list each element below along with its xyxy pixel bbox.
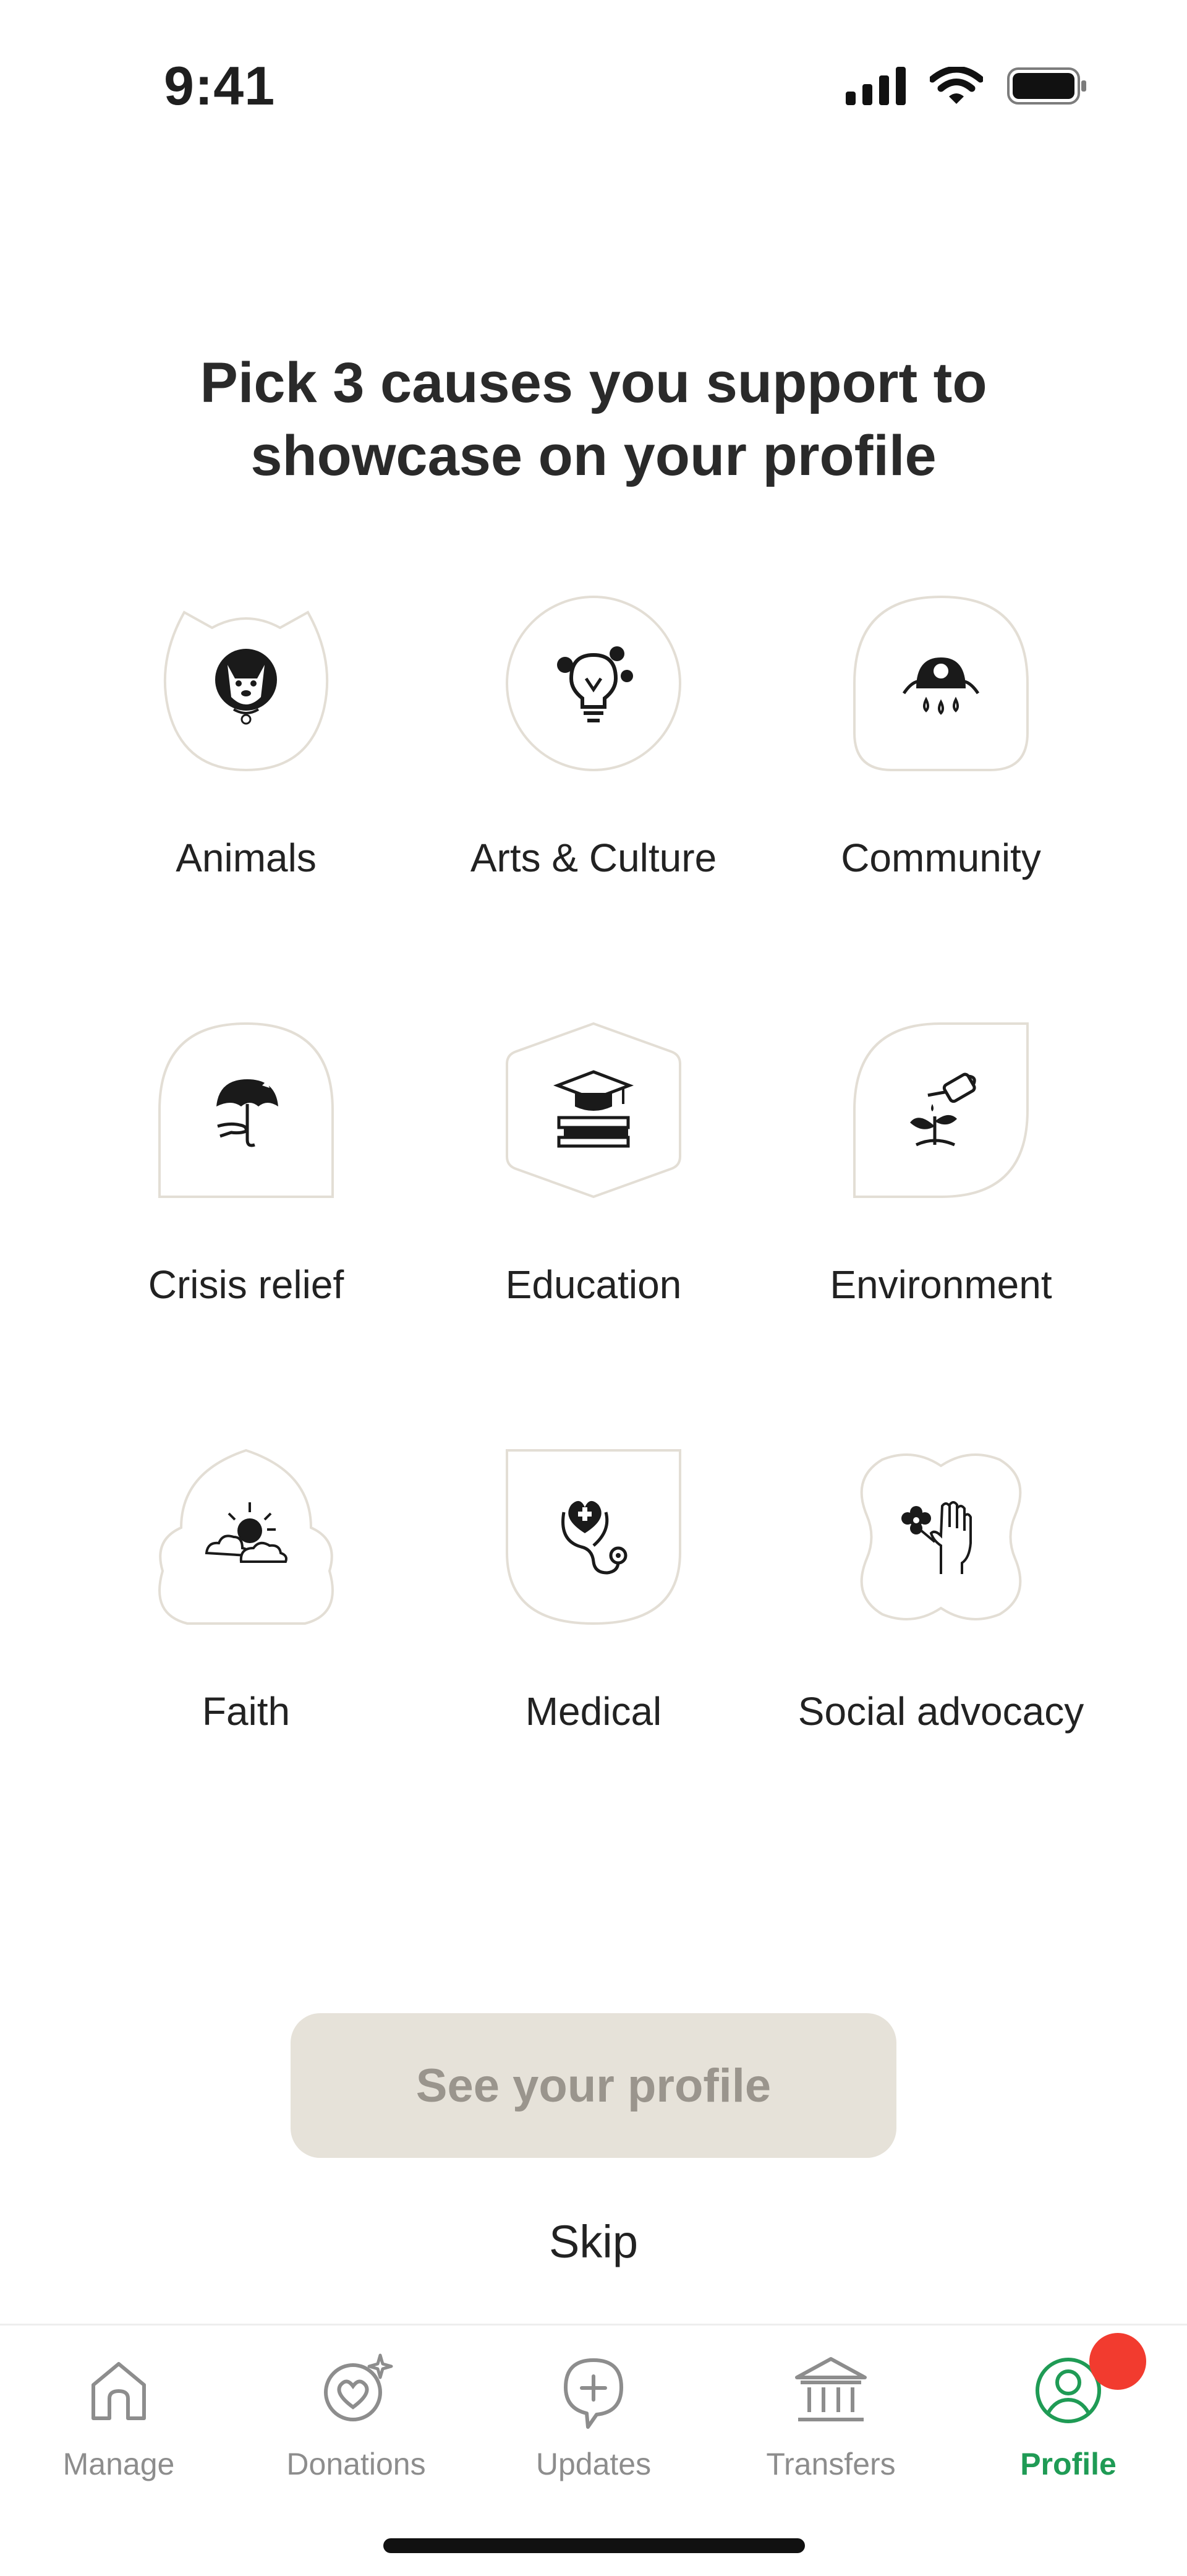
cause-community[interactable]: Community — [768, 594, 1114, 881]
skip-button[interactable]: Skip — [0, 2215, 1187, 2268]
page-title-line-1: Pick 3 causes you support to — [200, 351, 987, 414]
page-title: Pick 3 causes you support to showcase on… — [0, 346, 1187, 492]
wifi-icon — [930, 67, 983, 104]
cause-faith[interactable]: Faith — [73, 1447, 419, 1734]
status-icons — [846, 67, 1088, 105]
cause-label: Education — [505, 1262, 682, 1307]
sun-clouds-icon — [205, 1502, 287, 1563]
tab-donations[interactable]: Donations — [237, 2350, 475, 2482]
lightbulb-icon — [557, 646, 633, 722]
notification-badge — [1089, 2333, 1146, 2390]
cause-animals[interactable]: Animals — [73, 594, 419, 881]
cause-education[interactable]: Education — [420, 1021, 767, 1307]
see-your-profile-button[interactable]: See your profile — [291, 2013, 896, 2158]
dog-icon — [215, 649, 277, 725]
cellular-signal-icon — [846, 67, 906, 105]
tab-label: Manage — [62, 2447, 175, 2481]
hand-flower-icon — [901, 1501, 972, 1574]
tab-label: Donations — [286, 2447, 426, 2481]
tab-profile[interactable]: Profile — [950, 2350, 1187, 2482]
cause-label: Medical — [525, 1689, 662, 1734]
tab-label: Profile — [1020, 2447, 1117, 2481]
home-indicator — [383, 2538, 805, 2553]
umbrella-hand-icon — [216, 1079, 278, 1147]
cause-label: Environment — [830, 1262, 1052, 1307]
home-icon — [91, 2362, 146, 2420]
status-time: 9:41 — [164, 55, 276, 116]
umbrella-raindrops-icon — [902, 657, 980, 715]
page-title-line-2: showcase on your profile — [250, 424, 937, 487]
cause-label: Community — [841, 836, 1041, 880]
cause-social-advocacy[interactable]: Social advocacy — [768, 1447, 1114, 1734]
cause-medical[interactable]: Medical — [420, 1447, 767, 1734]
stethoscope-heart-icon — [561, 1500, 628, 1575]
cause-label: Crisis relief — [148, 1262, 344, 1307]
tab-label: Updates — [535, 2447, 652, 2481]
watering-can-plant-icon — [910, 1072, 976, 1147]
bank-icon — [795, 2357, 867, 2421]
plus-bubble-icon — [564, 2358, 623, 2429]
cause-environment[interactable]: Environment — [768, 1021, 1114, 1307]
cause-label: Social advocacy — [798, 1689, 1084, 1734]
cause-label: Animals — [176, 836, 317, 880]
tab-label: Transfers — [766, 2447, 896, 2481]
heart-sparkle-icon — [324, 2353, 393, 2421]
tab-transfers[interactable]: Transfers — [712, 2350, 950, 2482]
graduation-books-icon — [553, 1070, 634, 1148]
tab-manage[interactable]: Manage — [0, 2350, 237, 2482]
cause-label: Arts & Culture — [470, 836, 717, 880]
cause-arts-culture[interactable]: Arts & Culture — [420, 594, 767, 881]
tab-updates[interactable]: Updates — [475, 2350, 712, 2482]
battery-icon — [1007, 67, 1086, 105]
cause-label: Faith — [202, 1689, 291, 1734]
cause-crisis-relief[interactable]: Crisis relief — [73, 1021, 419, 1307]
status-bar: 9:41 — [0, 0, 1187, 173]
